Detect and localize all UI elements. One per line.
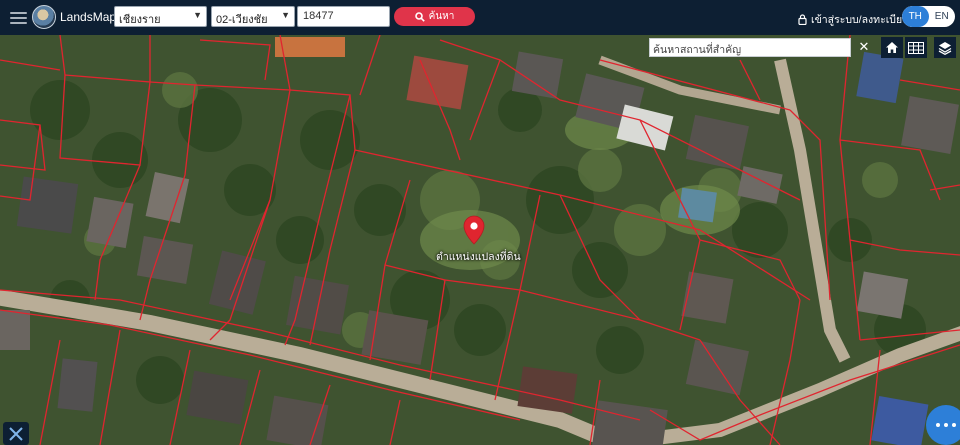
search-icon	[414, 11, 425, 22]
close-icon[interactable]: ✕	[853, 38, 875, 57]
grid-view-button[interactable]	[905, 37, 927, 58]
lock-icon	[798, 14, 807, 25]
district-select-value: 02-เวียงชัย	[216, 14, 268, 26]
login-link-label: เข้าสู่ระบบ/ลงทะเบียน	[811, 14, 910, 26]
district-select[interactable]: 02-เวียงชัย ▼	[211, 6, 295, 27]
top-navigation-bar: LandsMaps เชียงราย ▼ 02-เวียงชัย ▼ 18477…	[0, 0, 960, 35]
lang-en-button[interactable]: EN	[929, 6, 956, 27]
home-button[interactable]	[881, 37, 903, 58]
login-link[interactable]: เข้าสู่ระบบ/ลงทะเบียน	[798, 11, 909, 28]
language-toggle: TH EN	[902, 6, 955, 27]
parcel-number-input[interactable]: 18477	[297, 6, 390, 27]
grid-icon	[908, 41, 924, 54]
layers-button[interactable]	[934, 37, 956, 58]
lang-th-button[interactable]: TH	[902, 6, 929, 27]
menu-icon[interactable]	[10, 9, 27, 25]
chat-icon[interactable]	[926, 405, 960, 445]
place-search-input[interactable]: ค้นหาสถานที่สำคัญ	[649, 38, 851, 57]
brand-name: LandsMaps	[60, 10, 123, 24]
marker-label: ตำแหน่งแปลงที่ดิน	[436, 251, 521, 263]
app-logo[interactable]	[32, 5, 56, 29]
layers-icon	[938, 41, 952, 55]
search-button[interactable]: ค้นหา	[394, 7, 475, 26]
tools-button[interactable]	[3, 422, 29, 445]
chevron-down-icon: ▼	[281, 10, 290, 20]
home-icon	[886, 42, 898, 53]
province-select[interactable]: เชียงราย ▼	[114, 6, 207, 27]
province-select-value: เชียงราย	[119, 14, 161, 26]
search-button-label: ค้นหา	[428, 11, 455, 22]
map-imagery	[0, 35, 960, 445]
chevron-down-icon: ▼	[193, 10, 202, 20]
tools-icon	[9, 426, 23, 441]
satellite-map[interactable]	[0, 35, 960, 445]
